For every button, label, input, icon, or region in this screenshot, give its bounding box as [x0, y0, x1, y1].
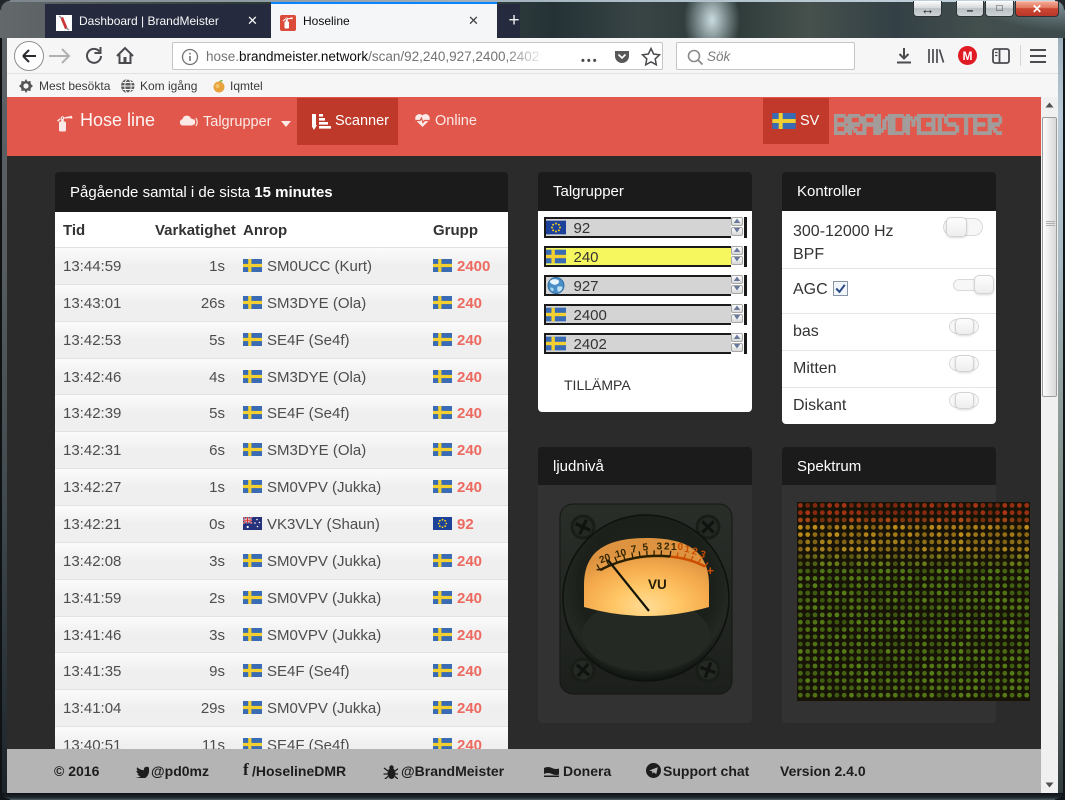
svg-text:M: M	[963, 49, 973, 63]
svg-text:0: 0	[678, 542, 684, 553]
svg-text:VU: VU	[648, 577, 667, 592]
svg-text:+: +	[707, 563, 715, 578]
svg-text:2: 2	[664, 542, 670, 553]
svg-text:1: 1	[671, 542, 677, 553]
